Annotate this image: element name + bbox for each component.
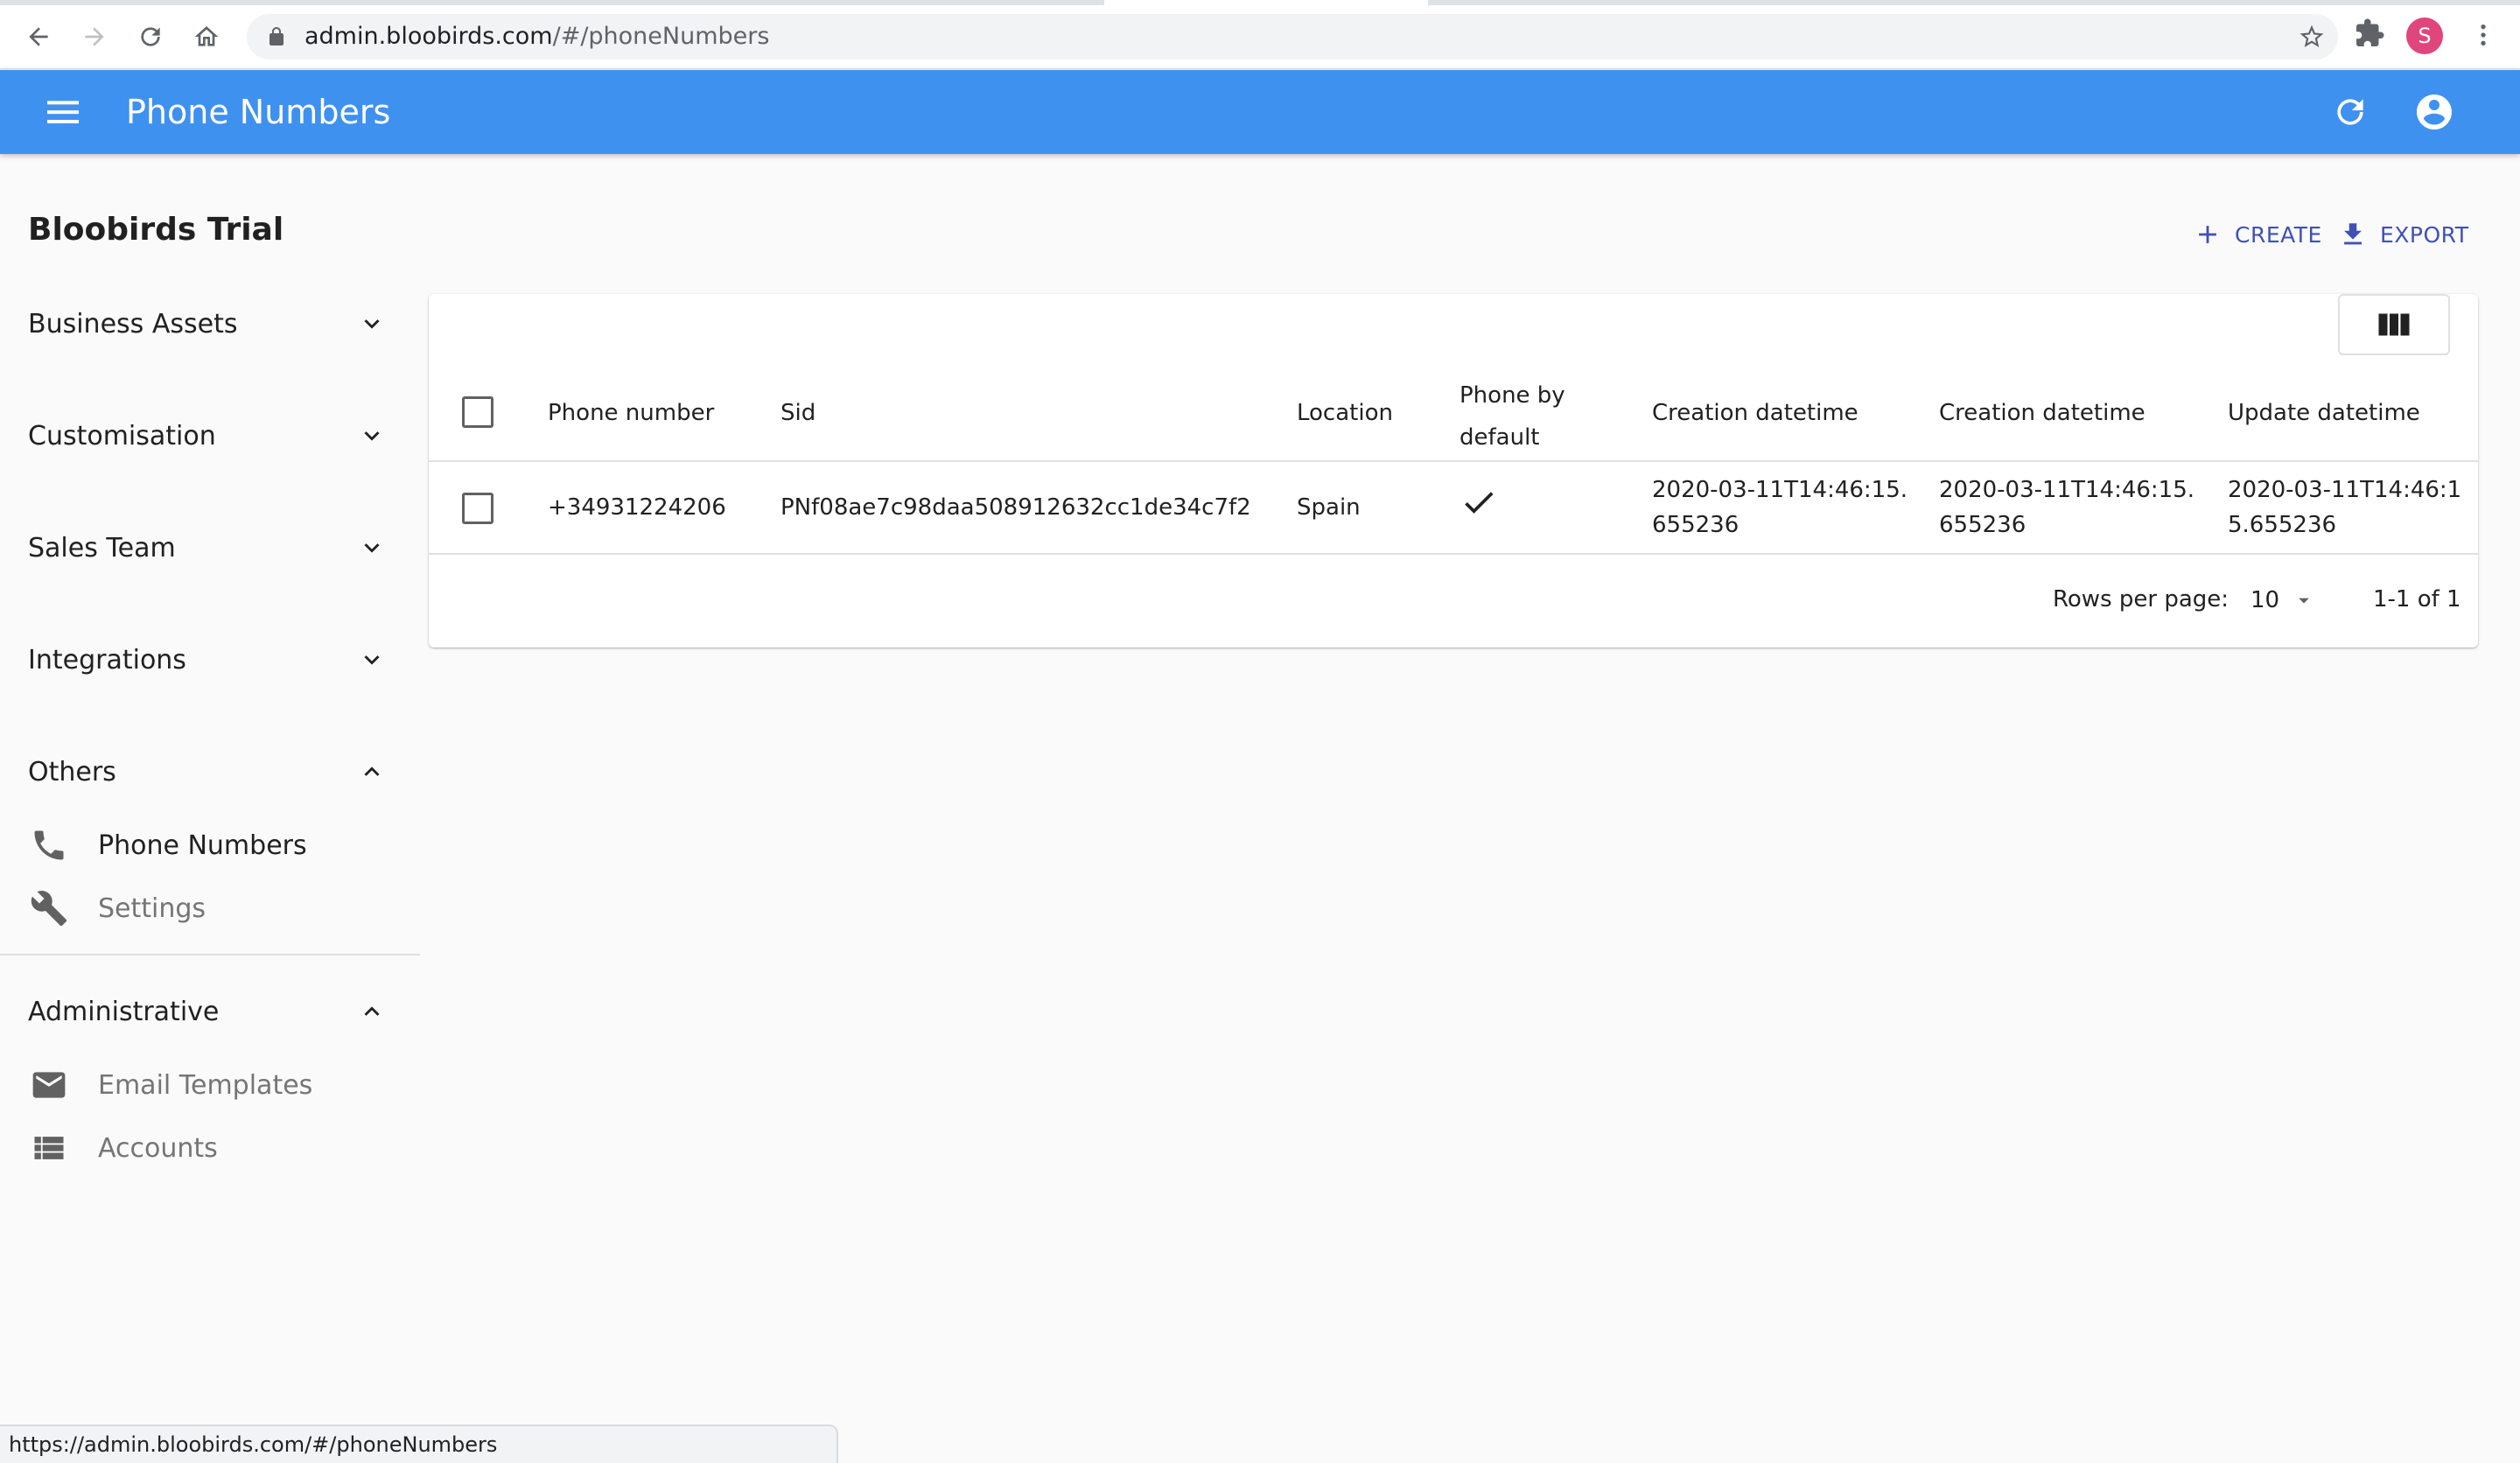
- cell-creation-datetime: 2020-03-11T14:46:15.655236: [1652, 477, 1908, 538]
- url-host: admin.bloobirds.com: [304, 23, 553, 50]
- list-icon: [28, 1127, 70, 1169]
- arrow-right-icon: [85, 27, 104, 46]
- reload-icon: [141, 27, 160, 46]
- chevron-down-icon: [364, 319, 380, 329]
- sidebar-group-label: Others: [28, 756, 116, 788]
- cell-update-datetime: 2020-03-11T14:46:15.655236: [2228, 477, 2462, 538]
- sidebar-item-email-templates[interactable]: Email Templates: [28, 1059, 413, 1111]
- arrow-left-icon: [29, 27, 48, 46]
- sidebar-item-label: Settings: [98, 892, 206, 924]
- wrench-icon: [28, 887, 70, 929]
- hamburger-menu-icon[interactable]: [44, 96, 82, 128]
- sidebar-item-settings[interactable]: Settings: [28, 882, 413, 934]
- column-header-sid[interactable]: Sid: [780, 396, 816, 430]
- sidebar-group-label: Integrations: [28, 644, 186, 676]
- status-url-bubble: https://admin.bloobirds.com/#/phoneNumbe…: [0, 1424, 838, 1463]
- page-range: 1-1 of 1: [2373, 586, 2461, 612]
- sidebar-group-label: Administrative: [28, 996, 220, 1027]
- row-checkbox[interactable]: [462, 493, 494, 524]
- chevron-up-icon: [364, 766, 380, 776]
- download-icon: [2344, 223, 2362, 245]
- table-row[interactable]: +34931224206 PNf08ae7c98daa508912632cc1d…: [429, 462, 2478, 555]
- chevron-down-icon: [364, 543, 380, 553]
- cell-location: Spain: [1297, 494, 1361, 521]
- column-header-creation-datetime[interactable]: Creation datetime: [1652, 396, 1858, 430]
- sidebar-group-others[interactable]: Others: [28, 746, 387, 798]
- more-vertical-icon[interactable]: [2469, 19, 2497, 51]
- column-header-creation-datetime-2[interactable]: Creation datetime: [1939, 396, 2146, 430]
- sidebar-group-label: Sales Team: [28, 532, 176, 564]
- sidebar-group-label: Customisation: [28, 420, 216, 452]
- view-column-icon: [2378, 313, 2410, 336]
- back-button[interactable]: [19, 18, 58, 56]
- rows-per-page-value: 10: [2250, 587, 2280, 613]
- create-button[interactable]: CREATE: [2193, 217, 2322, 252]
- extensions-puzzle-icon[interactable]: [2354, 18, 2385, 49]
- url-path: /#/phoneNumbers: [552, 23, 770, 50]
- sidebar-group-label: Business Assets: [28, 308, 238, 340]
- cell-creation-datetime-2: 2020-03-11T14:46:15.655236: [1939, 477, 2195, 538]
- column-header-update-datetime[interactable]: Update datetime: [2228, 396, 2420, 430]
- phone-numbers-table-card: Phone number Sid Location Phone by defau…: [429, 294, 2478, 648]
- columns-toggle-button[interactable]: [2338, 294, 2450, 355]
- chevron-down-icon: [364, 431, 380, 441]
- profile-avatar[interactable]: S: [2406, 18, 2443, 54]
- bookmark-star-icon[interactable]: [2298, 23, 2326, 51]
- cell-sid: PNf08ae7c98daa508912632cc1de34c7f2: [780, 494, 1251, 521]
- sidebar-item-label: Phone Numbers: [98, 830, 307, 861]
- chevron-up-icon: [364, 1006, 380, 1016]
- sidebar-item-label: Accounts: [98, 1132, 218, 1164]
- refresh-icon[interactable]: [2331, 93, 2370, 131]
- sidebar-group-customisation[interactable]: Customisation: [28, 410, 387, 462]
- sidebar-group-integrations[interactable]: Integrations: [28, 634, 387, 686]
- caret-down-icon: [2299, 598, 2309, 604]
- page-title: Phone Numbers: [126, 93, 391, 131]
- sidebar-item-phone-numbers[interactable]: Phone Numbers: [28, 819, 413, 872]
- sidebar-group-administrative[interactable]: Administrative: [28, 985, 387, 1038]
- select-all-checkbox[interactable]: [462, 396, 494, 428]
- plus-icon: [2199, 226, 2216, 243]
- lock-icon: [270, 27, 284, 46]
- browser-toolbar: admin.bloobirds.com/#/phoneNumbers S: [0, 0, 2520, 69]
- column-header-phone-by-default[interactable]: Phone by default: [1460, 374, 1591, 458]
- create-label: CREATE: [2235, 221, 2322, 248]
- sidebar-divider: [0, 954, 420, 956]
- email-icon: [28, 1064, 70, 1106]
- home-button[interactable]: [187, 18, 226, 56]
- column-header-location[interactable]: Location: [1297, 396, 1393, 430]
- sidebar-group-business-assets[interactable]: Business Assets: [28, 298, 387, 350]
- tab-strip: [0, 0, 2520, 5]
- address-bar[interactable]: admin.bloobirds.com/#/phoneNumbers: [247, 14, 2338, 60]
- reload-button[interactable]: [131, 18, 170, 56]
- table-pagination: Rows per page: 10 1-1 of 1: [429, 556, 2478, 648]
- phone-icon: [28, 824, 70, 866]
- forward-button[interactable]: [75, 18, 114, 56]
- app-bar: Phone Numbers: [0, 70, 2520, 154]
- sidebar-item-label: Email Templates: [98, 1069, 313, 1101]
- table-header-row: Phone number Sid Location Phone by defau…: [429, 364, 2478, 462]
- export-button[interactable]: EXPORT: [2338, 217, 2469, 252]
- cell-phone-number: +34931224206: [548, 494, 726, 521]
- sidebar-group-sales-team[interactable]: Sales Team: [28, 522, 387, 574]
- account-circle-icon[interactable]: [2413, 91, 2455, 133]
- rows-per-page-select[interactable]: 10: [2250, 583, 2320, 618]
- sidebar-item-accounts[interactable]: Accounts: [28, 1122, 413, 1174]
- active-tab[interactable]: [1104, 0, 1428, 5]
- export-label: EXPORT: [2380, 221, 2469, 248]
- column-header-phone-number[interactable]: Phone number: [548, 396, 714, 430]
- checkmark-icon: [1465, 492, 1494, 514]
- organization-name: Bloobirds Trial: [28, 212, 284, 248]
- home-icon: [194, 26, 219, 46]
- chevron-down-icon: [364, 655, 380, 665]
- rows-per-page-label: Rows per page:: [2053, 586, 2230, 612]
- url-text: admin.bloobirds.com/#/phoneNumbers: [304, 23, 769, 51]
